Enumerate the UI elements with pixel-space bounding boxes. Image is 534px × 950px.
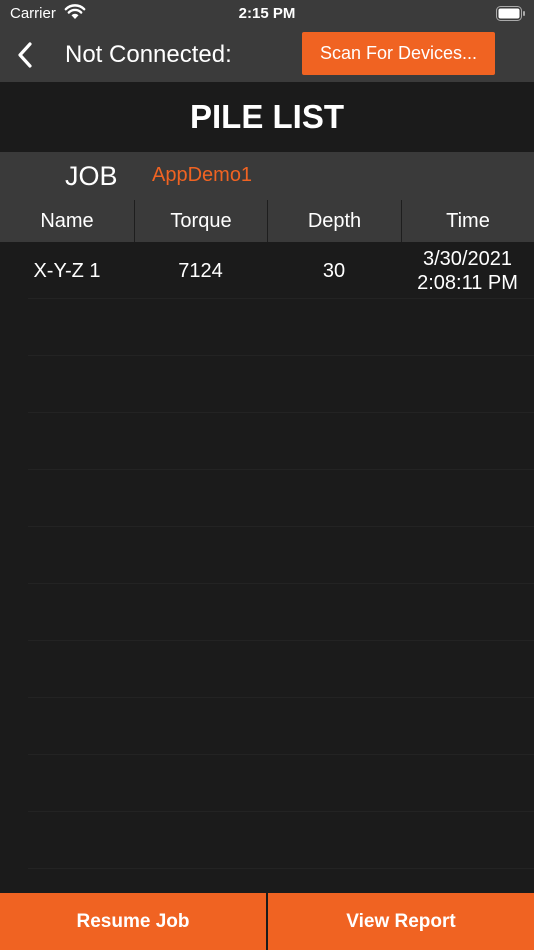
empty-row <box>0 470 534 527</box>
empty-row <box>0 698 534 755</box>
page-title: PILE LIST <box>189 98 344 135</box>
nav-bar: Not Connected: Scan For Devices... <box>0 28 534 82</box>
pile-list[interactable]: X-Y-Z 1 7124 30 3/30/2021 2:08:11 PM <box>0 242 534 893</box>
scan-for-devices-button[interactable]: Scan For Devices... <box>302 32 495 75</box>
torque-cell: 7124 <box>178 259 223 282</box>
status-time: 2:15 PM <box>238 5 296 22</box>
empty-row <box>0 413 534 470</box>
job-name: AppDemo1 <box>152 164 253 186</box>
battery-icon <box>496 6 525 21</box>
bottom-action-bar: Resume Job View Report <box>0 893 534 950</box>
empty-row <box>0 812 534 869</box>
back-button[interactable] <box>12 38 42 72</box>
empty-row <box>0 641 534 698</box>
empty-row <box>0 299 534 356</box>
resume-job-button[interactable]: Resume Job <box>0 893 266 950</box>
table-row[interactable]: X-Y-Z 1 7124 30 3/30/2021 2:08:11 PM <box>0 242 534 299</box>
status-bar: Carrier 2:15 PM <box>0 0 534 28</box>
time-cell-clock: 2:08:11 PM <box>417 271 518 294</box>
empty-row <box>0 527 534 584</box>
title-bar: PILE LIST <box>0 82 534 152</box>
column-header-name: Name <box>40 209 94 232</box>
view-report-button[interactable]: View Report <box>268 893 534 950</box>
empty-row <box>0 584 534 641</box>
back-chevron-icon <box>18 42 32 68</box>
empty-row <box>0 755 534 812</box>
job-bar: JOB AppDemo1 <box>0 152 534 200</box>
time-cell: 3/30/2021 2:08:11 PM <box>401 242 534 299</box>
pile-name-cell: X-Y-Z 1 <box>33 259 101 282</box>
job-label: JOB <box>65 161 118 191</box>
table-header: Name Torque Depth Time <box>0 200 534 242</box>
column-header-time: Time <box>401 200 534 242</box>
time-cell-date: 3/30/2021 <box>423 247 512 270</box>
column-header-torque: Torque <box>134 200 267 242</box>
depth-cell: 30 <box>322 259 346 282</box>
connection-status-title: Not Connected: <box>65 41 232 68</box>
pile-list-screen: Carrier 2:15 PM Not Connected: Scan For … <box>0 0 534 950</box>
empty-row <box>0 356 534 413</box>
column-header-depth: Depth <box>267 200 401 242</box>
